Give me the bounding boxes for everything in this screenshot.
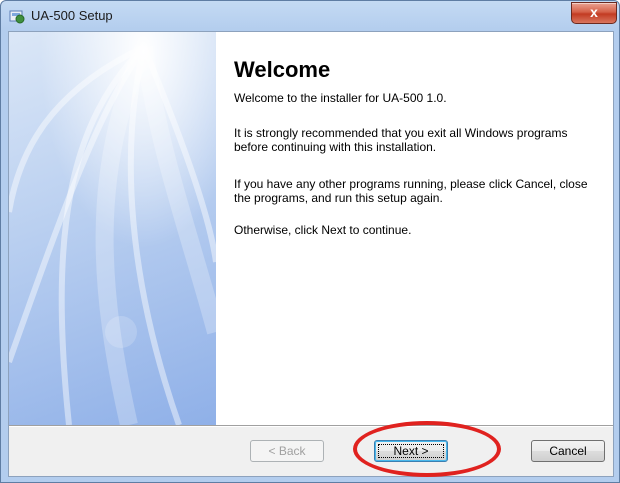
continue-instructions-text: Otherwise, click Next to continue. <box>234 223 412 237</box>
window-title: UA-500 Setup <box>31 8 113 23</box>
page-title: Welcome <box>234 57 331 82</box>
close-icon: x <box>590 4 598 20</box>
footer-divider <box>9 425 613 427</box>
cancel-instructions-text: If you have any other programs running, … <box>234 177 588 205</box>
intro-text: Welcome to the installer for UA-500 1.0. <box>234 91 447 105</box>
welcome-banner-image <box>9 32 216 425</box>
title-bar[interactable]: UA-500 Setup x <box>1 1 619 31</box>
exit-programs-text: It is strongly recommended that you exit… <box>234 126 568 154</box>
installer-icon <box>9 8 25 24</box>
setup-window: UA-500 Setup x Welcome Welcome to the in… <box>0 0 620 483</box>
cancel-button[interactable]: Cancel <box>531 440 605 462</box>
next-button-highlight-circle <box>353 421 501 477</box>
dialog-body: Welcome Welcome to the installer for UA-… <box>8 31 614 477</box>
welcome-panel: Welcome Welcome to the installer for UA-… <box>216 32 613 425</box>
back-button[interactable]: < Back <box>250 440 324 462</box>
close-button[interactable]: x <box>571 2 617 24</box>
